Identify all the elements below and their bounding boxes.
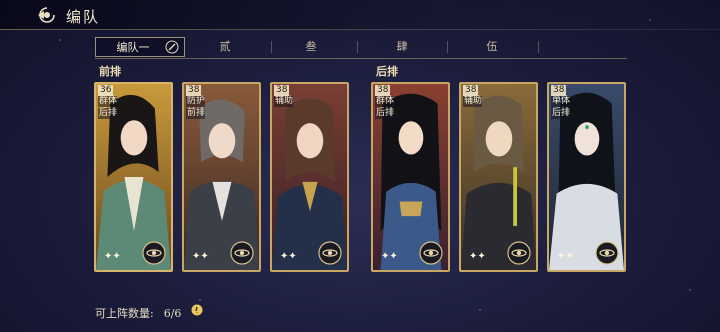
tab-formation-2[interactable]: 贰: [195, 37, 255, 57]
tab-separator: [447, 41, 448, 53]
character-card-6[interactable]: 38 单体 后排 ✦✦: [547, 82, 626, 272]
role-tag: 辅助: [463, 96, 483, 107]
role-tag: 防护: [186, 96, 206, 107]
tab-formation-5[interactable]: 伍: [462, 37, 522, 57]
role-tags: 防护 前排: [186, 96, 205, 120]
back-row-label: 后排: [376, 65, 398, 78]
element-emblem-icon: [419, 241, 443, 265]
position-tag: 后排: [98, 108, 118, 119]
sparkle-icon: ✦✦: [280, 251, 297, 262]
role-tags: 群体 后排: [98, 96, 117, 120]
sparkle-icon: ✦✦: [469, 251, 486, 262]
character-card-2[interactable]: 38 防护 前排 ✦✦: [182, 82, 261, 272]
deploy-count-label: 可上阵数量:: [95, 307, 154, 320]
tab-separator: [357, 41, 358, 53]
role-tags: 辅助: [274, 96, 293, 108]
sparkle-icon: ✦✦: [192, 251, 209, 262]
position-tag: 前排: [186, 108, 206, 119]
position-tag: 后排: [551, 108, 571, 119]
element-emblem-icon: [318, 241, 342, 265]
deploy-count-value: 6/6: [163, 307, 182, 320]
role-tags: 单体 后排: [551, 96, 570, 120]
level-badge: 38: [551, 85, 567, 96]
role-tags: 辅助: [463, 96, 482, 108]
tab-label: 编队一: [116, 41, 150, 54]
front-row-label: 前排: [99, 65, 121, 78]
character-card-3[interactable]: 38 辅助 ✦✦: [270, 82, 349, 272]
level-badge: 38: [463, 85, 479, 96]
sparkle-icon: ✦✦: [104, 251, 121, 262]
level-badge: 38: [274, 85, 290, 96]
level-badge: 36: [98, 85, 114, 96]
role-tag: 辅助: [274, 96, 294, 107]
role-tag: 群体: [375, 96, 395, 107]
tab-formation-4[interactable]: 肆: [372, 37, 432, 57]
character-card-5[interactable]: 38 辅助 ✦✦: [459, 82, 538, 272]
top-bar: 编队: [0, 0, 720, 30]
tab-separator: [538, 41, 539, 53]
formation-tabs: 编队一 贰 叁 肆 伍: [95, 37, 625, 57]
back-icon[interactable]: [36, 6, 58, 24]
level-badge: 38: [375, 85, 391, 96]
sparkle-icon: ✦✦: [557, 251, 574, 262]
tab-separator: [271, 41, 272, 53]
role-tag: 群体: [98, 96, 118, 107]
divider: [0, 29, 720, 30]
page-title: 编队: [66, 8, 101, 26]
level-badge: 38: [186, 85, 202, 96]
edit-icon[interactable]: [165, 40, 179, 54]
tabs-underline: [95, 58, 627, 59]
element-emblem-icon: [507, 241, 531, 265]
sparkle-icon: ✦✦: [381, 251, 398, 262]
character-card-4[interactable]: 38 群体 后排 ✦✦: [371, 82, 450, 272]
role-tags: 群体 后排: [375, 96, 394, 120]
element-emblem-icon: [142, 241, 166, 265]
position-tag: 后排: [375, 108, 395, 119]
tab-formation-3[interactable]: 叁: [281, 37, 341, 57]
element-emblem-icon: [230, 241, 254, 265]
deploy-count: 可上阵数量: 6/6: [95, 305, 181, 321]
role-tag: 单体: [551, 96, 571, 107]
element-emblem-icon: [595, 241, 619, 265]
character-card-1[interactable]: 36 群体 后排 ✦✦: [94, 82, 173, 272]
info-icon[interactable]: [191, 304, 203, 316]
